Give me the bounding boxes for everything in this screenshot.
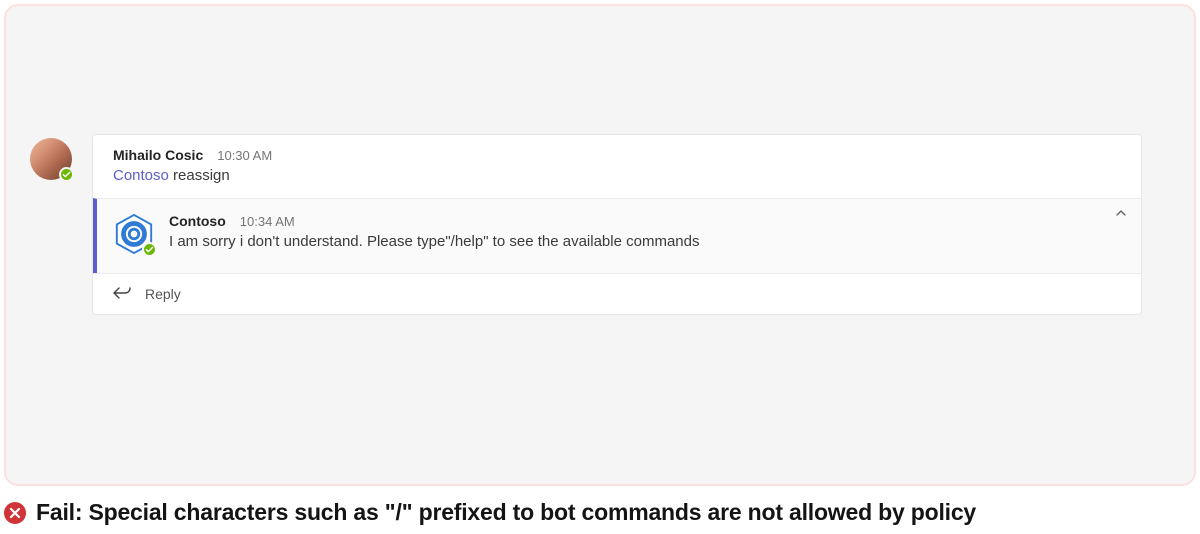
reply-content: Contoso 10:34 AM I am sorry i don't unde… (169, 213, 1121, 255)
screenshot-frame: Mihailo Cosic 10:30 AM Contoso reassign (4, 4, 1196, 486)
reply-message[interactable]: Contoso 10:34 AM I am sorry i don't unde… (93, 198, 1141, 273)
author-name: Mihailo Cosic (113, 147, 203, 163)
author-name: Contoso (169, 213, 226, 229)
message-text: reassign (169, 167, 230, 184)
user-avatar[interactable] (30, 138, 72, 180)
reply-input[interactable]: Reply (93, 273, 1141, 314)
presence-available-icon (142, 242, 157, 257)
validation-text: Fail: Special characters such as "/" pre… (36, 499, 976, 526)
validation-caption: Fail: Special characters such as "/" pre… (4, 499, 976, 526)
bot-avatar[interactable] (113, 213, 155, 255)
message-body: Contoso reassign (113, 167, 1121, 184)
reply-placeholder: Reply (145, 286, 181, 302)
error-icon (4, 502, 26, 524)
message-time: 10:30 AM (217, 148, 272, 163)
message-body: I am sorry i don't understand. Please ty… (169, 233, 1121, 250)
root-message[interactable]: Mihailo Cosic 10:30 AM Contoso reassign (93, 135, 1141, 198)
collapse-thread-button[interactable] (1115, 207, 1127, 222)
message-time: 10:34 AM (240, 214, 295, 229)
reply-arrow-icon (113, 287, 131, 301)
message-thread: Mihailo Cosic 10:30 AM Contoso reassign (92, 134, 1142, 315)
at-mention[interactable]: Contoso (113, 167, 169, 184)
message-header: Mihailo Cosic 10:30 AM (113, 147, 1121, 163)
presence-available-icon (59, 167, 74, 182)
message-header: Contoso 10:34 AM (169, 213, 1121, 229)
